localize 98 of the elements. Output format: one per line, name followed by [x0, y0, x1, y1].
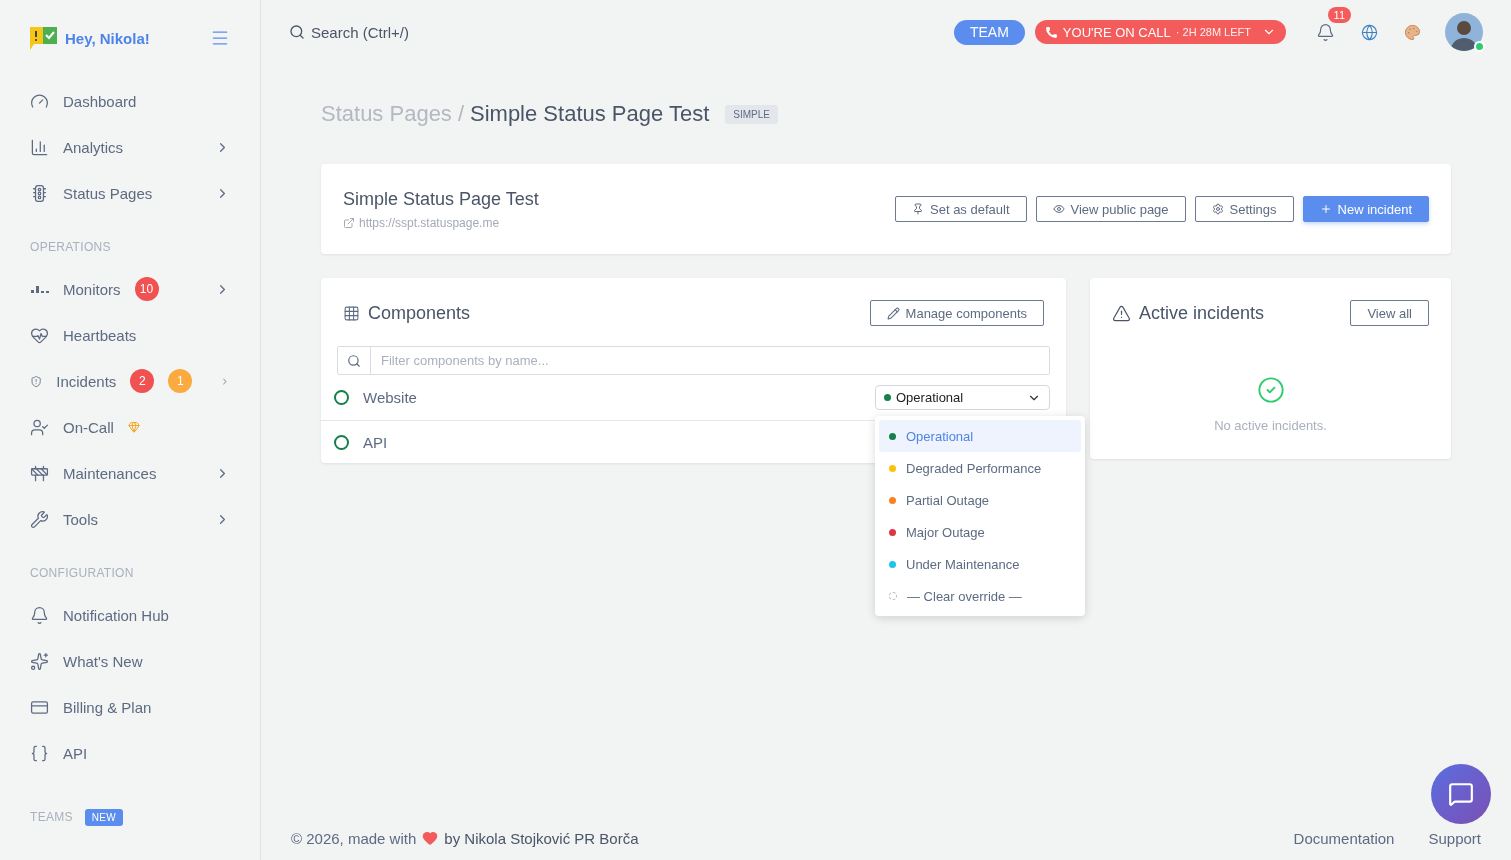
- nav-item[interactable]: Analytics: [30, 124, 230, 170]
- dropdown-option[interactable]: Degraded Performance: [879, 452, 1081, 484]
- footer-link[interactable]: Documentation: [1293, 829, 1395, 847]
- signal-bars-icon: [30, 285, 49, 293]
- greeting: Hey, Nikola!: [65, 29, 151, 47]
- warning-icon: [1112, 303, 1131, 323]
- count-badge: 1: [168, 369, 193, 393]
- nav-item[interactable]: Billing & Plan: [30, 684, 230, 730]
- nav-item[interactable]: Incidents 2 1: [30, 358, 230, 404]
- nav-item[interactable]: API: [30, 730, 230, 776]
- section-heading: CONFIGURATION: [30, 566, 134, 580]
- page-title: Simple Status Page Test: [470, 101, 710, 127]
- search-field[interactable]: Search (Ctrl+/): [289, 23, 944, 41]
- card-title: Active incidents: [1139, 302, 1266, 324]
- avatar[interactable]: [1445, 13, 1483, 51]
- dropdown-option[interactable]: Major Outage: [879, 516, 1081, 548]
- traffic-light-icon: [30, 183, 49, 203]
- view-all-button[interactable]: View all: [1350, 300, 1429, 326]
- nav-label: Heartbeats: [63, 326, 137, 344]
- search-icon: [347, 353, 361, 368]
- section-heading: OPERATIONS: [30, 240, 111, 254]
- nav-label: Tools: [63, 510, 99, 528]
- plan-tag: SIMPLE: [725, 104, 778, 124]
- settings-icon: [1211, 203, 1224, 215]
- nav-item[interactable]: Maintenances: [30, 450, 230, 496]
- pin-icon: [912, 203, 924, 215]
- notification-count: 11: [1327, 6, 1351, 23]
- nav-label: Analytics: [63, 138, 124, 156]
- status-page-title: Simple Status Page Test: [343, 188, 539, 210]
- user-check-icon: [30, 417, 49, 437]
- nav-label: Status Pages: [63, 184, 153, 202]
- nav-label: API: [63, 744, 88, 762]
- sparkles-icon: [30, 651, 49, 671]
- globe-button[interactable]: [1361, 23, 1378, 41]
- footer-author: by Nikola Stojković PR Borča: [444, 829, 639, 847]
- bar-chart-icon: [30, 137, 49, 157]
- action-button[interactable]: Settings: [1194, 196, 1294, 222]
- chat-button[interactable]: [1431, 764, 1491, 824]
- nav-item[interactable]: Notification Hub: [30, 592, 230, 638]
- eye-icon: [1052, 203, 1065, 215]
- component-name: Website: [363, 389, 417, 406]
- status-ring-icon: [334, 390, 349, 405]
- nav-item[interactable]: Monitors 10: [30, 266, 230, 312]
- check-circle-icon: [1256, 376, 1285, 404]
- filter-field[interactable]: Filter components by name...: [337, 346, 1050, 375]
- nav-item[interactable]: Status Pages: [30, 170, 230, 216]
- nav-label: Dashboard: [63, 92, 137, 110]
- heart-pulse-icon: [30, 325, 49, 345]
- dropdown-option[interactable]: Under Maintenance: [879, 548, 1081, 580]
- dropdown-option[interactable]: Partial Outage: [879, 484, 1081, 516]
- on-call-button[interactable]: YOU'RE ON CALL · 2H 28M LEFT: [1034, 20, 1286, 44]
- dropdown-option[interactable]: Operational: [879, 420, 1081, 452]
- nav-item[interactable]: Dashboard: [30, 78, 230, 124]
- footer-link[interactable]: Support: [1428, 829, 1481, 847]
- external-link-icon: [343, 216, 355, 229]
- nav-label: Notification Hub: [63, 606, 169, 624]
- heart-icon: [422, 830, 439, 846]
- section-heading: TEAMS: [30, 810, 73, 824]
- bell-icon: [30, 605, 49, 625]
- nav-label: What's New: [63, 652, 143, 670]
- nav-label: Maintenances: [63, 464, 157, 482]
- grid-icon: [343, 304, 360, 322]
- tools-icon: [30, 509, 49, 529]
- nav-item[interactable]: On-Call: [30, 404, 230, 450]
- nav-item[interactable]: Heartbeats: [30, 312, 230, 358]
- nav-item[interactable]: Tools: [30, 496, 230, 542]
- braces-icon: [30, 743, 49, 763]
- nav-item[interactable]: What's New: [30, 638, 230, 684]
- footer-text: © 2026, made with: [291, 829, 417, 847]
- status-select[interactable]: Operational: [875, 385, 1050, 410]
- card-title: Components: [368, 302, 472, 324]
- status-ring-icon: [334, 434, 349, 450]
- chat-icon: [1448, 781, 1474, 807]
- action-button[interactable]: New incident: [1302, 196, 1429, 222]
- team-button[interactable]: TEAM: [953, 19, 1025, 45]
- nav-label: Monitors: [63, 280, 121, 298]
- new-badge: NEW: [84, 808, 124, 826]
- count-badge: 2: [130, 369, 155, 393]
- component-name: API: [363, 433, 388, 451]
- search-icon: [289, 24, 305, 40]
- nav-label: Incidents: [56, 372, 117, 390]
- gem-icon: [127, 421, 140, 433]
- phone-icon: [1044, 25, 1058, 39]
- breadcrumb-separator: /: [457, 101, 464, 127]
- dropdown-option[interactable]: — Clear override —: [879, 580, 1081, 612]
- action-button[interactable]: View public page: [1035, 196, 1186, 222]
- notifications-button[interactable]: [1316, 22, 1335, 42]
- maintenance-icon: [30, 463, 49, 483]
- count-badge: 10: [134, 277, 159, 301]
- palette-button[interactable]: [1404, 23, 1421, 41]
- action-button[interactable]: Set as default: [895, 196, 1027, 222]
- empty-message: No active incidents.: [1214, 418, 1327, 433]
- nav-label: On-Call: [63, 418, 114, 436]
- pencil-icon: [886, 306, 900, 320]
- manage-components-button[interactable]: Manage components: [869, 300, 1044, 326]
- plus-icon: [1319, 203, 1332, 215]
- logo-icon: [30, 25, 57, 51]
- nav-label: Billing & Plan: [63, 698, 152, 716]
